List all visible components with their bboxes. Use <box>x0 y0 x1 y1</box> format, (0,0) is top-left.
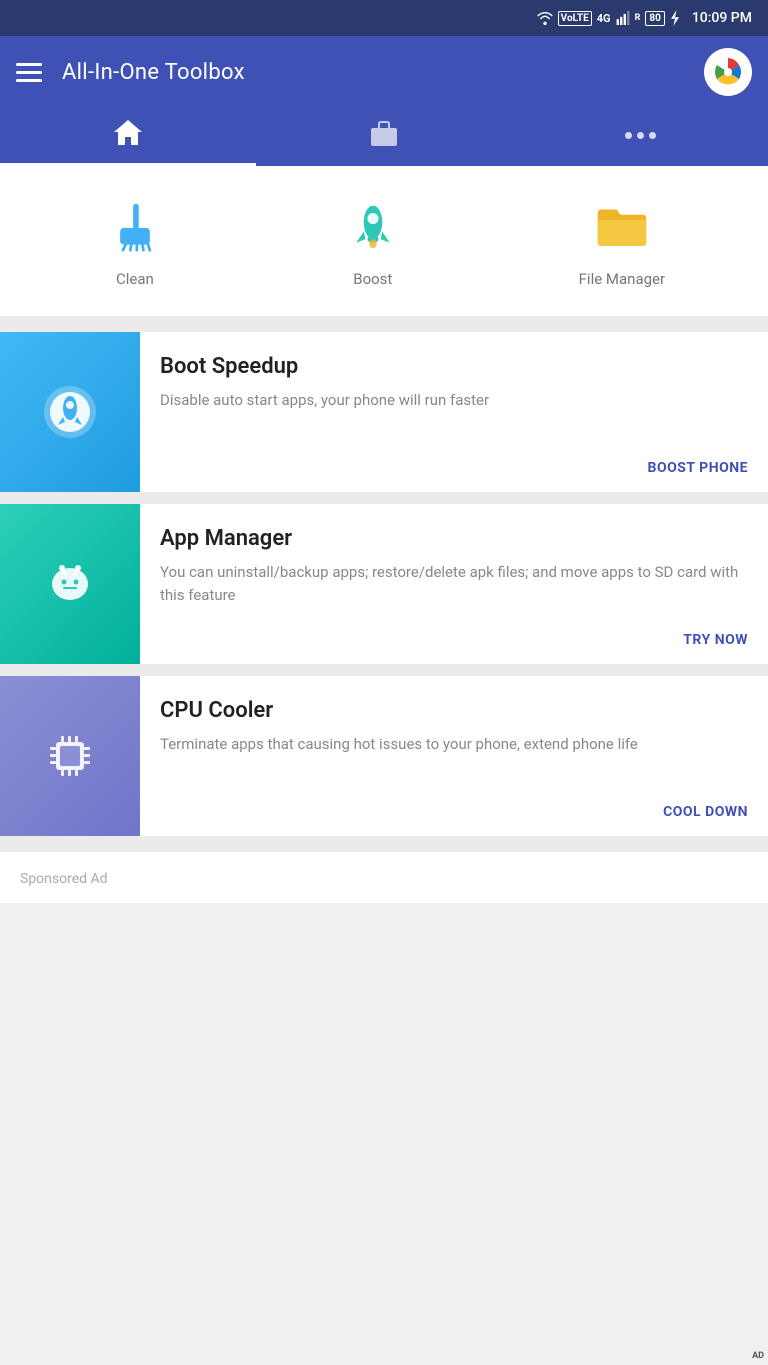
boot-speedup-content: Boot Speedup Disable auto start apps, yo… <box>140 332 768 492</box>
boost-phone-button[interactable]: BOOST PHONE <box>648 460 748 476</box>
feature-clean[interactable]: Clean <box>103 194 167 288</box>
tab-bar <box>0 108 768 166</box>
tab-more[interactable] <box>512 108 768 163</box>
tab-briefcase[interactable] <box>256 108 512 163</box>
ad-button[interactable]: AD <box>704 48 752 96</box>
feature-row: Clean Boost File Manager <box>0 166 768 316</box>
cpu-cooler-icon <box>40 726 100 786</box>
clean-label: Clean <box>116 270 154 288</box>
boot-speedup-title: Boot Speedup <box>160 354 748 379</box>
boost-label: Boost <box>353 270 392 288</box>
battery-icon: 80 <box>645 11 664 26</box>
tab-home[interactable] <box>0 108 256 163</box>
cpu-cooler-title: CPU Cooler <box>160 698 748 723</box>
wifi-icon <box>537 11 553 25</box>
boot-speedup-icon-col <box>0 332 140 492</box>
card-cpu-cooler: CPU Cooler Terminate apps that causing h… <box>0 676 768 836</box>
4g-icon: 4G <box>597 12 611 25</box>
signal-icon <box>616 11 630 25</box>
app-manager-icon-col <box>0 504 140 664</box>
volte-icon: VoLTE <box>558 11 592 26</box>
app-bar: All-In-One Toolbox AD <box>0 36 768 108</box>
card-boot-speedup: Boot Speedup Disable auto start apps, yo… <box>0 332 768 492</box>
cpu-cooler-content: CPU Cooler Terminate apps that causing h… <box>140 676 768 836</box>
card-app-manager: App Manager You can uninstall/backup app… <box>0 504 768 664</box>
charging-icon <box>670 10 680 26</box>
broom-icon <box>103 194 167 258</box>
menu-button[interactable] <box>16 63 42 82</box>
home-icon <box>113 118 143 153</box>
try-now-button[interactable]: TRY NOW <box>683 632 748 648</box>
app-manager-title: App Manager <box>160 526 748 551</box>
boot-speedup-icon <box>40 382 100 442</box>
cpu-cooler-icon-col <box>0 676 140 836</box>
pinwheel-icon <box>710 54 746 90</box>
status-time: 10:09 PM <box>692 10 752 26</box>
sponsored-ad-label: Sponsored Ad <box>20 871 108 887</box>
sponsored-ad-section: Sponsored Ad <box>0 852 768 903</box>
feature-boost[interactable]: Boost <box>341 194 405 288</box>
feature-file-manager[interactable]: File Manager <box>579 194 665 288</box>
briefcase-icon <box>369 118 399 153</box>
roaming-icon: R <box>635 13 641 23</box>
cpu-cooler-desc: Terminate apps that causing hot issues t… <box>160 733 748 790</box>
app-manager-desc: You can uninstall/backup apps; restore/d… <box>160 561 748 618</box>
cool-down-button[interactable]: COOL DOWN <box>663 804 748 820</box>
app-title: All-In-One Toolbox <box>62 60 684 85</box>
boot-speedup-desc: Disable auto start apps, your phone will… <box>160 389 748 446</box>
app-manager-icon <box>40 554 100 614</box>
cards-section: Boot Speedup Disable auto start apps, yo… <box>0 316 768 852</box>
app-manager-content: App Manager You can uninstall/backup app… <box>140 504 768 664</box>
status-icons: VoLTE 4G R 80 <box>537 10 680 26</box>
folder-icon <box>590 194 654 258</box>
more-icon <box>625 132 656 139</box>
status-bar: VoLTE 4G R 80 10:09 PM <box>0 0 768 36</box>
file-manager-label: File Manager <box>579 270 665 288</box>
rocket-icon <box>341 194 405 258</box>
